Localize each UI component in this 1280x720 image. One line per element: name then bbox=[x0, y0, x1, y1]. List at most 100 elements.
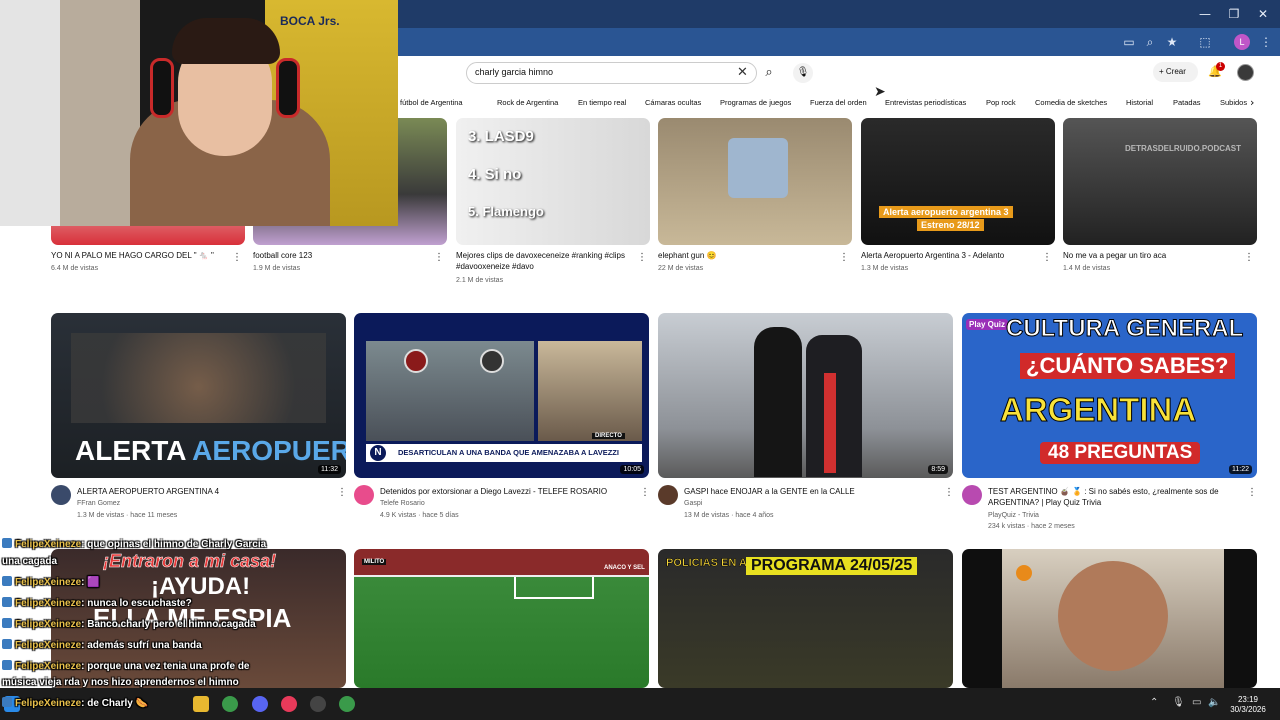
more-options-icon[interactable]: ⋮ bbox=[1247, 487, 1257, 498]
video-title[interactable]: TEST ARGENTINO 🧉 🏅 : Si no sabés esto, ¿… bbox=[988, 486, 1240, 508]
video-thumbnail[interactable] bbox=[962, 549, 1257, 688]
chip-comedia-sketches[interactable]: Comedia de sketches bbox=[1035, 94, 1107, 112]
thumbnail-text: DESARTICULAN A UNA BANDA QUE AMENAZABA A… bbox=[398, 448, 619, 457]
chip-rock-argentina[interactable]: Rock de Argentina bbox=[497, 94, 558, 112]
video-title[interactable]: No me va a pegar un tiro aca bbox=[1063, 250, 1233, 261]
thumbnail-text: CULTURA GENERAL bbox=[1005, 315, 1244, 343]
video-thumbnail[interactable]: MILITO ANACO Y SEL bbox=[354, 549, 649, 688]
zoom-icon[interactable]: ⌕ bbox=[1141, 33, 1159, 51]
clock-time[interactable]: 23:19 bbox=[1226, 695, 1270, 704]
clear-search-icon[interactable]: ✕ bbox=[737, 64, 748, 80]
video-views: 1.3 M de vistas bbox=[861, 265, 909, 272]
browser-profile-avatar[interactable]: L bbox=[1234, 34, 1250, 50]
clock-date[interactable]: 30/3/2026 bbox=[1226, 705, 1270, 714]
more-options-icon[interactable]: ⋮ bbox=[839, 252, 849, 263]
chip-subidos[interactable]: Subidos bbox=[1220, 94, 1247, 112]
chrome-icon[interactable] bbox=[222, 696, 238, 712]
more-options-icon[interactable]: ⋮ bbox=[944, 487, 954, 498]
search-query-text: charly garcia himno bbox=[475, 67, 554, 77]
plus-icon: + bbox=[1159, 67, 1166, 76]
search-input[interactable]: charly garcia himno ✕ bbox=[466, 62, 757, 84]
video-title[interactable]: YO NI A PALO ME HAGO CARGO DEL " 🐁 " bbox=[51, 250, 221, 261]
chrome-profile-icon[interactable] bbox=[339, 696, 355, 712]
shirt-text: BOCA Jrs. bbox=[280, 14, 340, 28]
chip-historial[interactable]: Historial bbox=[1126, 94, 1153, 112]
discord-icon[interactable] bbox=[252, 696, 268, 712]
channel-avatar[interactable] bbox=[51, 485, 71, 505]
more-options-icon[interactable]: ⋮ bbox=[1244, 252, 1254, 263]
channel-name[interactable]: Telefe Rosario bbox=[380, 499, 425, 509]
video-views: 22 M de vistas bbox=[658, 265, 704, 272]
video-title[interactable]: ALERTA AEROPUERTO ARGENTINA 4 bbox=[77, 486, 327, 497]
maximize-button[interactable]: ❐ bbox=[1221, 4, 1247, 24]
video-thumbnail[interactable]: POLICIAS EN ACCION 2025 PROGRAMA 24/05/2… bbox=[658, 549, 953, 688]
thumbnail-text: ¡Entraron a mi casa! bbox=[103, 551, 277, 572]
media-player-icon[interactable] bbox=[281, 696, 297, 712]
search-icon[interactable]: ⌕ bbox=[760, 64, 778, 82]
video-title[interactable]: football core 123 bbox=[253, 250, 423, 261]
chevron-right-icon[interactable]: › bbox=[1250, 94, 1262, 112]
create-button[interactable]: + Crear bbox=[1153, 62, 1198, 82]
chat-badge-icon bbox=[2, 597, 12, 607]
channel-name[interactable]: Gaspi bbox=[684, 499, 702, 509]
video-thumbnail[interactable]: Alerta aeropuerto argentina 3 Estreno 28… bbox=[861, 118, 1055, 245]
chat-badge-icon bbox=[2, 639, 12, 649]
channel-avatar[interactable] bbox=[658, 485, 678, 505]
video-thumbnail[interactable]: DETRASDELRUIDO.PODCAST bbox=[1063, 118, 1257, 245]
more-options-icon[interactable]: ⋮ bbox=[337, 487, 347, 498]
chip-programas-juegos[interactable]: Programas de juegos bbox=[720, 94, 791, 112]
file-explorer-icon[interactable] bbox=[193, 696, 209, 712]
network-icon[interactable]: ▭ bbox=[1192, 697, 1201, 708]
tray-chevron-up-icon[interactable]: ⌃ bbox=[1150, 697, 1158, 708]
channel-avatar[interactable] bbox=[962, 485, 982, 505]
taskbar: ⌃ 🎙 ▭ 🔈 23:19 30/3/2026 bbox=[0, 688, 1280, 720]
notifications-badge: 1 bbox=[1216, 62, 1225, 71]
chip-pop-rock[interactable]: Pop rock bbox=[986, 94, 1016, 112]
video-thumbnail[interactable] bbox=[658, 118, 852, 245]
video-title[interactable]: Mejores clips de davoxeceneize #ranking … bbox=[456, 250, 634, 272]
bookmark-star-icon[interactable]: ★ bbox=[1163, 33, 1181, 51]
video-title[interactable]: Detenidos por extorsionar a Diego Lavezz… bbox=[380, 486, 640, 497]
chat-badge-icon bbox=[2, 576, 12, 586]
video-thumbnail[interactable]: DIRECTO N DESARTICULAN A UNA BANDA QUE A… bbox=[354, 313, 649, 478]
thumbnail-text: 3. LASD9 bbox=[468, 128, 534, 145]
volume-icon[interactable]: 🔈 bbox=[1208, 697, 1220, 708]
chip-fuerza-orden[interactable]: Fuerza del orden bbox=[810, 94, 867, 112]
thumbnail-text: PROGRAMA 24/05/25 bbox=[746, 557, 918, 575]
more-options-icon[interactable]: ⋮ bbox=[1042, 252, 1052, 263]
close-window-button[interactable]: ✕ bbox=[1250, 4, 1276, 24]
video-title[interactable]: Alerta Aeropuerto Argentina 3 - Adelanto bbox=[861, 250, 1037, 261]
microphone-icon[interactable]: 🎙 bbox=[793, 63, 813, 83]
chip-patadas[interactable]: Patadas bbox=[1173, 94, 1201, 112]
youtube-account-avatar[interactable] bbox=[1237, 64, 1254, 81]
browser-menu-icon[interactable]: ⋮ bbox=[1257, 33, 1275, 51]
video-thumbnail[interactable]: ALERTA AEROPUERTO 11:32 bbox=[51, 313, 346, 478]
obs-icon[interactable] bbox=[310, 696, 326, 712]
chat-message: FelipeXeineze: Banco charly pero el himn… bbox=[2, 618, 256, 630]
channel-badge: Play Quiz bbox=[966, 319, 1009, 330]
video-thumbnail[interactable]: 3. LASD9 4. Si no 5. Flamengo bbox=[456, 118, 650, 245]
thumbnail-text: 48 PREGUNTAS bbox=[1040, 442, 1201, 464]
more-options-icon[interactable]: ⋮ bbox=[637, 252, 647, 263]
video-views: 1.4 M de vistas bbox=[1063, 265, 1111, 272]
chip-tiempo-real[interactable]: En tiempo real bbox=[578, 94, 626, 112]
video-title[interactable]: elephant gun 😊 bbox=[658, 250, 828, 261]
video-thumbnail[interactable]: Play Quiz CULTURA GENERAL ¿CUÁNTO SABES?… bbox=[962, 313, 1257, 478]
extensions-icon[interactable]: ⬚ bbox=[1196, 33, 1214, 51]
install-app-icon[interactable]: ▭ bbox=[1120, 33, 1138, 51]
video-title[interactable]: GASPI hace ENOJAR a la GENTE en la CALLE bbox=[684, 486, 934, 497]
more-options-icon[interactable]: ⋮ bbox=[232, 252, 242, 263]
minimize-button[interactable]: — bbox=[1192, 4, 1218, 24]
video-meta: 234 k vistas · hace 2 meses bbox=[988, 523, 1075, 530]
chip-camaras-ocultas[interactable]: Cámaras ocultas bbox=[645, 94, 701, 112]
more-options-icon[interactable]: ⋮ bbox=[640, 487, 650, 498]
channel-logo-icon: N bbox=[370, 445, 386, 461]
channel-name[interactable]: PlayQuiz - Trivia bbox=[988, 511, 1039, 521]
more-options-icon[interactable]: ⋮ bbox=[434, 252, 444, 263]
microphone-tray-icon[interactable]: 🎙 bbox=[1172, 697, 1185, 708]
video-thumbnail[interactable]: 8:59 bbox=[658, 313, 953, 478]
chip-entrevistas[interactable]: Entrevistas periodísticas bbox=[885, 94, 966, 112]
channel-name[interactable]: FFran Gomez bbox=[77, 499, 120, 509]
channel-avatar[interactable] bbox=[354, 485, 374, 505]
video-views: 6.4 M de vistas bbox=[51, 265, 99, 272]
